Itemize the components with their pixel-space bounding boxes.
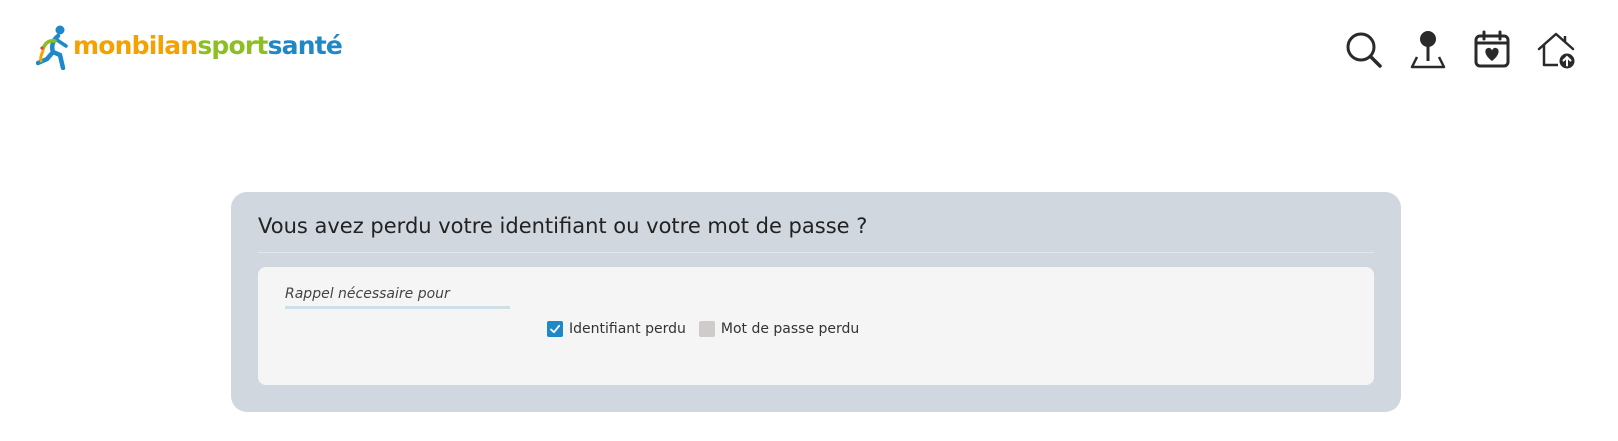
- home-upload-icon[interactable]: [1536, 30, 1576, 70]
- logo-text: monbilansportsanté: [73, 30, 343, 60]
- panel-title: Vous avez perdu votre identifiant ou vot…: [258, 214, 868, 238]
- location-pin-icon[interactable]: [1408, 30, 1448, 70]
- logo-part-monbilan: monbilan: [73, 30, 198, 60]
- logo[interactable]: monbilansportsanté: [36, 24, 343, 70]
- header-icon-bar: [1344, 30, 1576, 70]
- field-underline: [285, 306, 510, 309]
- mot-de-passe-checkbox[interactable]: [698, 321, 715, 337]
- header: monbilansportsanté: [0, 0, 1618, 100]
- logo-part-sante: santé: [267, 30, 343, 60]
- option-mot-de-passe-perdu[interactable]: Mot de passe perdu: [698, 321, 860, 337]
- mot-de-passe-label: Mot de passe perdu: [720, 321, 860, 337]
- search-icon[interactable]: [1344, 30, 1384, 70]
- lost-credentials-panel: Vous avez perdu votre identifiant ou vot…: [231, 192, 1401, 412]
- identifiant-checkbox[interactable]: [547, 321, 563, 337]
- calendar-heart-icon[interactable]: [1472, 30, 1512, 70]
- reminder-options: Identifiant perdu Mot de passe perdu: [547, 321, 872, 337]
- check-icon: [550, 324, 561, 334]
- runner-logo-icon: [36, 25, 68, 70]
- title-divider: [258, 252, 1374, 253]
- logo-part-sport: sport: [197, 30, 268, 60]
- identifiant-label: Identifiant perdu: [569, 321, 686, 337]
- form-area: Rappel nécessaire pour Identifiant perdu…: [258, 267, 1374, 385]
- field-label: Rappel nécessaire pour: [285, 286, 450, 302]
- option-identifiant-perdu[interactable]: Identifiant perdu: [547, 321, 686, 337]
